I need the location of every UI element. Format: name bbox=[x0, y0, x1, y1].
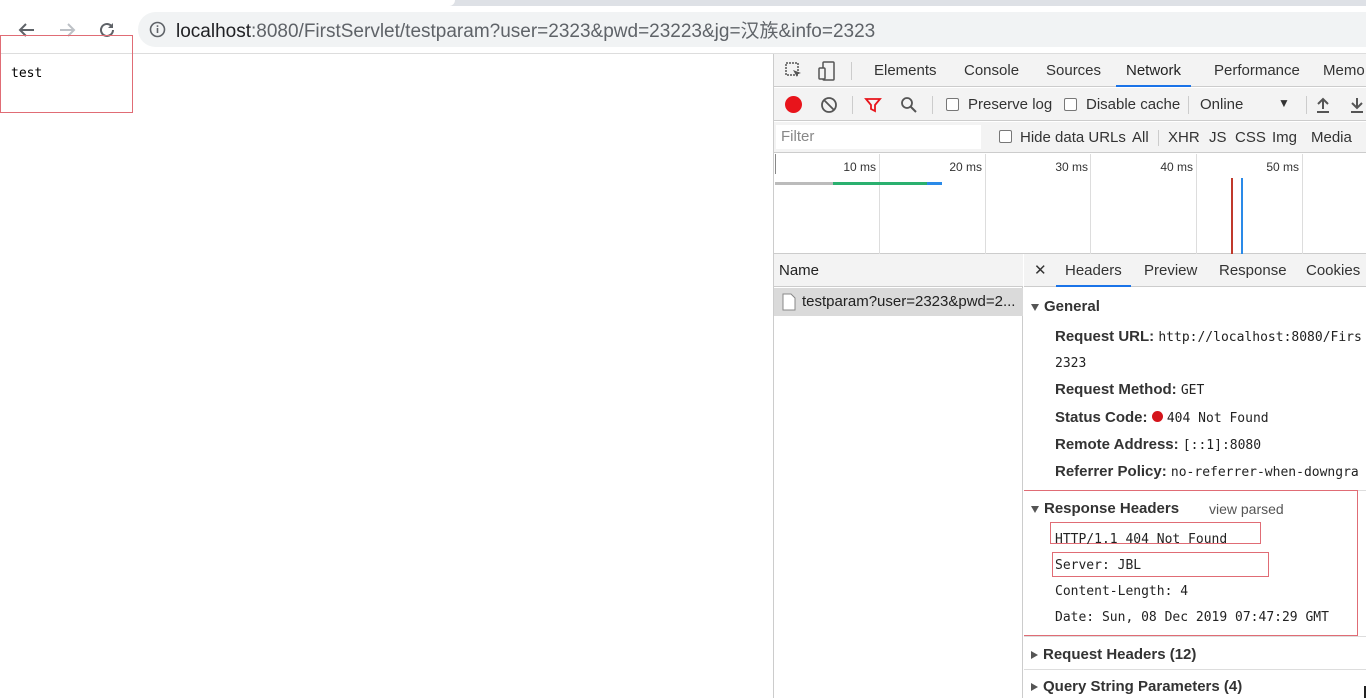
throttle-select[interactable]: Online ▼ bbox=[1200, 96, 1296, 113]
filter-xhr[interactable]: XHR bbox=[1168, 129, 1200, 146]
preserve-log-label: Preserve log bbox=[968, 96, 1053, 113]
hide-data-urls-label: Hide data URLs bbox=[1020, 129, 1126, 146]
collapse-triangle-icon bbox=[1031, 505, 1039, 513]
request-name: testparam?user=2323&pwd=2... bbox=[802, 293, 1016, 310]
disable-cache-checkbox[interactable] bbox=[1064, 98, 1077, 111]
response-header-line: Date: Sun, 08 Dec 2019 07:47:29 GMT bbox=[1055, 610, 1329, 625]
inspect-element-icon[interactable] bbox=[784, 61, 804, 81]
import-har-icon[interactable] bbox=[1314, 96, 1332, 114]
request-bar-download bbox=[927, 182, 942, 185]
divider bbox=[852, 96, 853, 114]
info-icon[interactable] bbox=[149, 21, 166, 38]
filter-js[interactable]: JS bbox=[1209, 129, 1227, 146]
devtools-tabbar: Elements Console Sources Network Perform… bbox=[774, 54, 1366, 87]
request-bar-waiting bbox=[775, 182, 833, 185]
collapse-triangle-icon bbox=[1031, 303, 1039, 311]
gridline bbox=[1196, 154, 1197, 254]
filter-icon[interactable] bbox=[864, 96, 882, 114]
timeline-overview[interactable]: 10 ms 20 ms 30 ms 40 ms 50 ms bbox=[774, 154, 1366, 254]
request-url-row: Request URL: http://localhost:8080/Firs bbox=[1055, 328, 1362, 345]
divider bbox=[1306, 96, 1307, 114]
dropdown-arrow-icon: ▼ bbox=[1278, 96, 1290, 110]
preserve-log-checkbox[interactable] bbox=[946, 98, 959, 111]
tab-network[interactable]: Network bbox=[1116, 54, 1192, 87]
status-dot-icon bbox=[1151, 411, 1163, 422]
name-column-header[interactable]: Name bbox=[774, 254, 1023, 287]
load-event-line bbox=[1231, 178, 1233, 254]
referrer-policy-row: Referrer Policy: no-referrer-when-downgr… bbox=[1055, 463, 1359, 480]
tab-elements[interactable]: Elements bbox=[872, 54, 939, 87]
response-header-line: Content-Length: 4 bbox=[1055, 584, 1189, 599]
filter-bar: Filter Hide data URLs All XHR JS CSS Img… bbox=[774, 122, 1366, 153]
tick-label: 50 ms bbox=[1266, 160, 1299, 174]
tick-label: 10 ms bbox=[843, 160, 876, 174]
dom-content-loaded-line bbox=[1241, 178, 1243, 254]
tick-label: 30 ms bbox=[1055, 160, 1088, 174]
device-toggle-icon[interactable] bbox=[817, 60, 837, 82]
browser-toolbar: localhost:8080/FirstServlet/testparam?us… bbox=[0, 6, 1366, 54]
response-headers-section-header[interactable]: Response Headers bbox=[1031, 500, 1179, 517]
divider bbox=[1024, 669, 1366, 670]
general-section-header[interactable]: General bbox=[1031, 298, 1100, 315]
request-detail: ✕ Headers Preview Response Cookies Gener… bbox=[1024, 254, 1366, 698]
tab-cookies[interactable]: Cookies bbox=[1306, 254, 1360, 287]
tab-preview[interactable]: Preview bbox=[1144, 254, 1197, 287]
gridline bbox=[879, 154, 880, 254]
tick-label: 40 ms bbox=[1160, 160, 1193, 174]
divider bbox=[851, 62, 852, 80]
search-icon[interactable] bbox=[900, 96, 918, 114]
request-method-row: Request Method: GET bbox=[1055, 381, 1205, 398]
timeline-start-marker bbox=[775, 154, 776, 174]
throttle-value: Online bbox=[1200, 96, 1244, 113]
remote-address-row: Remote Address: [::1]:8080 bbox=[1055, 436, 1262, 453]
tab-sources[interactable]: Sources bbox=[1044, 54, 1103, 87]
gridline bbox=[1302, 154, 1303, 254]
view-parsed-link[interactable]: view parsed bbox=[1209, 501, 1284, 517]
tab-memory[interactable]: Memo bbox=[1321, 54, 1366, 87]
export-har-icon[interactable] bbox=[1348, 96, 1366, 114]
clear-icon[interactable] bbox=[820, 96, 838, 114]
page-body-text: test bbox=[11, 66, 43, 81]
filter-css[interactable]: CSS bbox=[1235, 129, 1266, 146]
tab-headers[interactable]: Headers bbox=[1056, 254, 1131, 287]
tick-label: 20 ms bbox=[949, 160, 982, 174]
expand-triangle-icon bbox=[1031, 651, 1038, 660]
document-icon bbox=[782, 293, 796, 311]
hide-data-urls-checkbox[interactable] bbox=[999, 130, 1012, 143]
detail-tabbar: ✕ Headers Preview Response Cookies bbox=[1024, 254, 1366, 287]
response-header-line: Server: JBL bbox=[1055, 558, 1142, 573]
gridline bbox=[985, 154, 986, 254]
filter-img[interactable]: Img bbox=[1272, 129, 1297, 146]
close-icon[interactable]: ✕ bbox=[1034, 254, 1047, 287]
response-header-line: HTTP/1.1 404 Not Found bbox=[1055, 532, 1228, 547]
address-bar[interactable]: localhost:8080/FirstServlet/testparam?us… bbox=[138, 12, 1366, 47]
request-url-continued: 2323 bbox=[1055, 356, 1087, 371]
expand-triangle-icon bbox=[1031, 683, 1038, 692]
status-code-row: Status Code: 404 Not Found bbox=[1055, 409, 1269, 426]
filter-media[interactable]: Media bbox=[1311, 129, 1352, 146]
request-list: Name testparam?user=2323&pwd=2... bbox=[774, 254, 1023, 698]
tab-console[interactable]: Console bbox=[962, 54, 1021, 87]
request-bar-ttfb bbox=[833, 182, 927, 185]
divider bbox=[932, 96, 933, 114]
devtools-panel: Elements Console Sources Network Perform… bbox=[773, 54, 1366, 698]
network-toolbar: Preserve log Disable cache Online ▼ bbox=[774, 88, 1366, 121]
divider bbox=[1188, 96, 1189, 114]
tab-response[interactable]: Response bbox=[1219, 254, 1287, 287]
disable-cache-label: Disable cache bbox=[1086, 96, 1181, 113]
record-icon[interactable] bbox=[785, 96, 802, 113]
filter-input[interactable]: Filter bbox=[776, 125, 981, 149]
url-text: localhost:8080/FirstServlet/testparam?us… bbox=[176, 21, 876, 42]
tab-performance[interactable]: Performance bbox=[1212, 54, 1302, 87]
gridline bbox=[1090, 154, 1091, 254]
filter-all[interactable]: All bbox=[1132, 129, 1149, 146]
query-params-section-header[interactable]: Query String Parameters (4) bbox=[1031, 678, 1242, 695]
divider bbox=[1024, 636, 1366, 637]
divider bbox=[1158, 130, 1159, 146]
request-headers-section-header[interactable]: Request Headers (12) bbox=[1031, 646, 1196, 663]
request-row[interactable]: testparam?user=2323&pwd=2... bbox=[774, 288, 1023, 316]
